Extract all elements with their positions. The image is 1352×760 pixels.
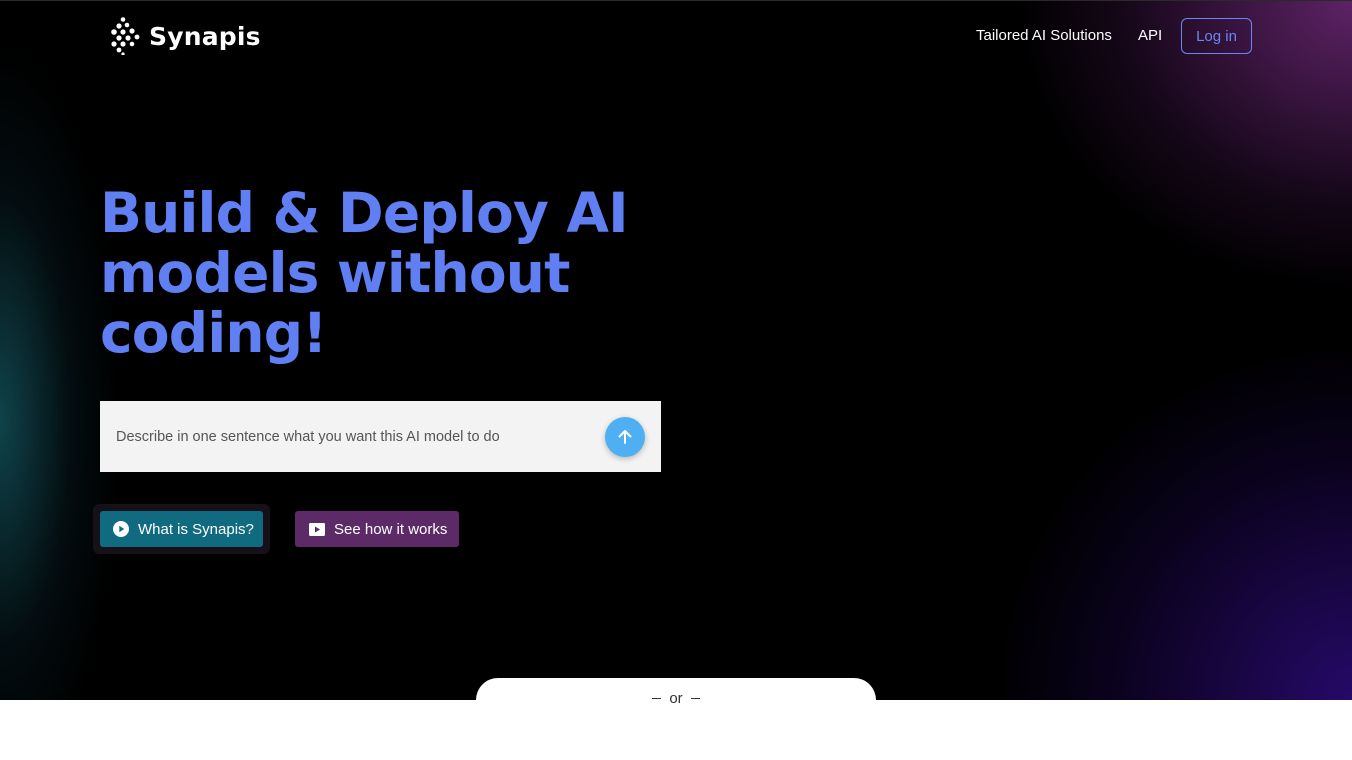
or-label: or bbox=[669, 690, 683, 707]
or-divider: or bbox=[476, 690, 876, 707]
hero-section: Synapis Tailored AI Solutions API Log in… bbox=[0, 0, 1352, 700]
synapis-logo-icon bbox=[111, 17, 140, 55]
or-divider-card: or bbox=[476, 678, 876, 760]
nav-link-api[interactable]: API bbox=[1138, 27, 1162, 44]
hero-headline: Build & Deploy AI models without coding! bbox=[100, 181, 629, 365]
play-circle-icon bbox=[113, 521, 129, 537]
prompt-box bbox=[100, 401, 661, 472]
divider-dash-left bbox=[652, 698, 662, 699]
what-is-synapis-label: What is Synapis? bbox=[138, 520, 254, 538]
send-button[interactable] bbox=[605, 417, 645, 457]
divider-dash-right bbox=[690, 698, 700, 699]
brand-name: Synapis bbox=[149, 21, 261, 51]
video-play-icon bbox=[309, 522, 325, 536]
arrow-up-icon bbox=[618, 430, 632, 444]
nav-link-tailored-ai-solutions[interactable]: Tailored AI Solutions bbox=[976, 27, 1112, 44]
see-how-it-works-button[interactable]: See how it works bbox=[295, 511, 459, 547]
what-is-synapis-button[interactable]: What is Synapis? bbox=[100, 511, 263, 547]
login-button[interactable]: Log in bbox=[1181, 18, 1252, 54]
see-how-it-works-label: See how it works bbox=[334, 520, 448, 538]
brand-logo[interactable]: Synapis bbox=[110, 17, 261, 55]
prompt-input[interactable] bbox=[100, 401, 590, 472]
